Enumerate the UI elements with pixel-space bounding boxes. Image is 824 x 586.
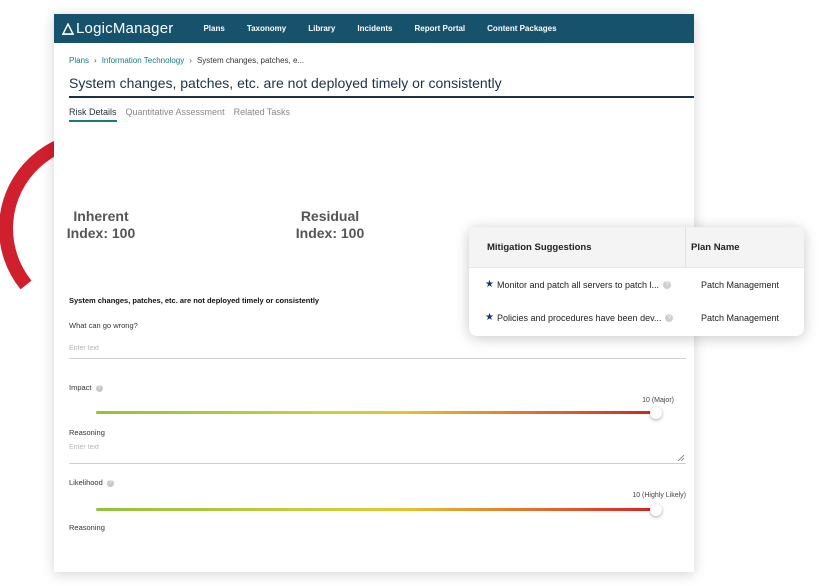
residual-label: Residual <box>300 208 360 224</box>
chevron-right-icon: › <box>94 56 97 65</box>
resize-grip-icon[interactable] <box>678 455 684 461</box>
nav-report-portal[interactable]: Report Portal <box>414 24 465 33</box>
tab-risk-details[interactable]: Risk Details <box>69 107 117 122</box>
impact-slider-track[interactable] <box>96 411 656 414</box>
table-row[interactable]: ★ Policies and procedures have been dev.… <box>469 301 804 334</box>
suggestion-text: Policies and procedures have been dev... <box>496 312 662 323</box>
tab-quantitative-assessment[interactable]: Quantitative Assessment <box>126 107 225 122</box>
help-icon[interactable]: ? <box>663 280 672 289</box>
help-icon[interactable]: ? <box>95 384 103 392</box>
plan-name-cell: Patch Management <box>701 312 780 323</box>
star-icon[interactable]: ★ <box>485 279 494 290</box>
plan-name-header: Plan Name <box>691 241 740 253</box>
likelihood-slider-track[interactable] <box>96 508 656 511</box>
breadcrumb-current: System changes, patches, e... <box>196 56 305 65</box>
risk-statement: System changes, patches, etc. are not de… <box>69 296 320 305</box>
impact-slider-thumb[interactable] <box>650 407 662 419</box>
nav-incidents[interactable]: Incidents <box>357 24 392 33</box>
breadcrumb-plans[interactable]: Plans <box>69 56 89 65</box>
inherent-index-label: Inherent Index: 100 <box>1 208 201 242</box>
top-navigation: LogicManager Plans Taxonomy Library Inci… <box>54 14 694 43</box>
breadcrumb: Plans › Information Technology › System … <box>69 56 304 65</box>
suggestion-cell: ★ Monitor and patch all servers to patch… <box>469 279 691 290</box>
help-icon[interactable]: ? <box>665 313 674 322</box>
table-row[interactable]: ★ Monitor and patch all servers to patch… <box>469 268 804 301</box>
what-can-go-wrong-label: What can go wrong? <box>69 321 138 330</box>
logo-triangle-icon <box>62 22 74 35</box>
mitigation-suggestions-panel: Mitigation Suggestions Plan Name ★ Monit… <box>469 227 804 336</box>
breadcrumb-information-technology[interactable]: Information Technology <box>102 56 185 65</box>
chevron-right-icon: › <box>189 56 192 65</box>
residual-index-value: Index: 100 <box>295 225 365 241</box>
residual-index-label: Residual Index: 100 <box>230 208 430 242</box>
what-can-go-wrong-input[interactable] <box>69 339 686 359</box>
inherent-index-value: Index: 100 <box>66 225 136 241</box>
logo-text: LogicManager <box>76 20 174 37</box>
impact-reasoning-textarea[interactable]: Enter text <box>69 444 686 464</box>
plan-name-cell: Patch Management <box>701 279 780 290</box>
likelihood-label: Likelihood? <box>69 478 114 487</box>
tab-bar: Risk Details Quantitative Assessment Rel… <box>69 107 299 122</box>
mitigation-suggestions-header: Mitigation Suggestions <box>487 241 592 253</box>
impact-label-text: Impact <box>69 383 92 392</box>
impact-label: Impact? <box>69 383 103 392</box>
reasoning-label-1: Reasoning <box>69 428 105 437</box>
tab-related-tasks[interactable]: Related Tasks <box>234 107 290 122</box>
likelihood-slider-thumb[interactable] <box>650 504 662 516</box>
nav-library[interactable]: Library <box>308 24 335 33</box>
page-title: System changes, patches, etc. are not de… <box>69 75 502 91</box>
help-icon[interactable]: ? <box>106 479 114 487</box>
suggestion-text: Monitor and patch all servers to patch l… <box>496 279 660 290</box>
reasoning-placeholder: Enter text <box>69 444 99 451</box>
impact-value-label: 10 (Major) <box>642 397 674 404</box>
nav-taxonomy[interactable]: Taxonomy <box>247 24 286 33</box>
reasoning-label-2: Reasoning <box>69 523 105 532</box>
inherent-label: Inherent <box>73 208 129 224</box>
suggestion-cell: ★ Policies and procedures have been dev.… <box>469 312 691 323</box>
star-icon[interactable]: ★ <box>485 312 494 323</box>
logo[interactable]: LogicManager <box>62 20 173 37</box>
likelihood-value-label: 10 (Highly Likely) <box>632 492 686 499</box>
title-divider <box>69 96 694 98</box>
likelihood-label-text: Likelihood <box>69 478 103 487</box>
mitigation-table-header: Mitigation Suggestions Plan Name <box>469 227 804 268</box>
nav-content-packages[interactable]: Content Packages <box>487 24 556 33</box>
nav-plans[interactable]: Plans <box>203 24 224 33</box>
